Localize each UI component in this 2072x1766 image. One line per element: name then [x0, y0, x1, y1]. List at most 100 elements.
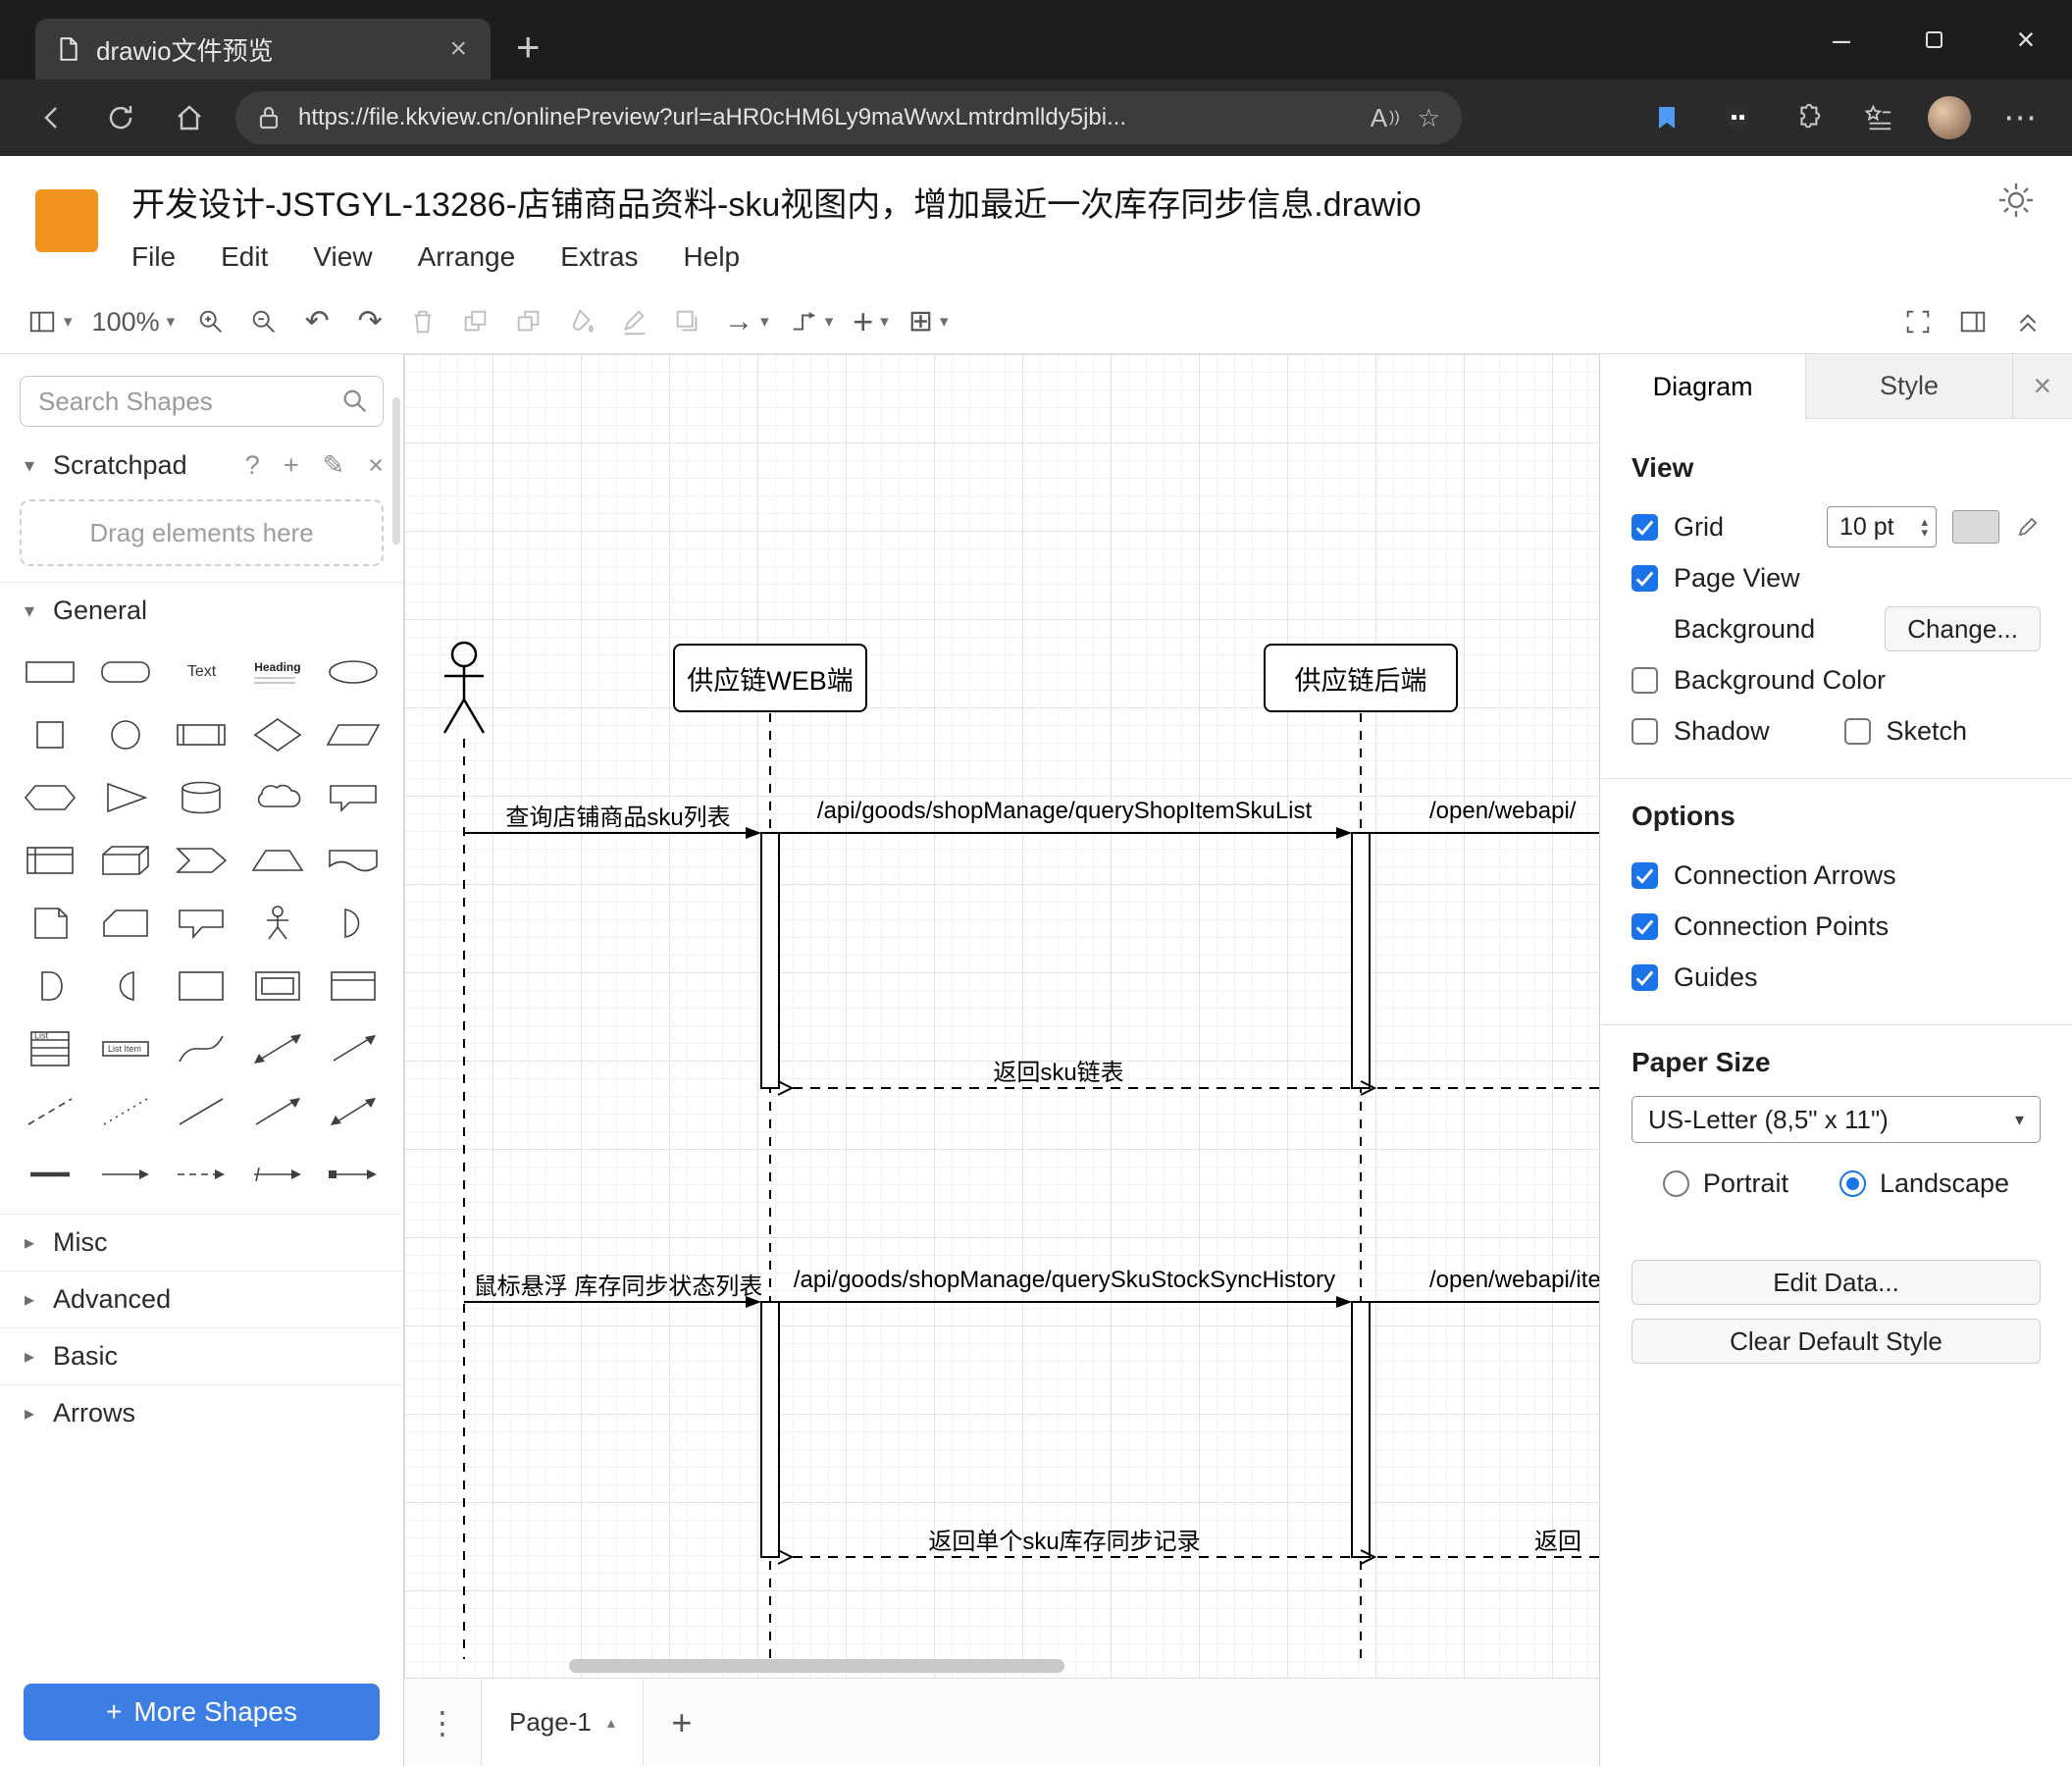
message-label[interactable]: 返回单个sku库存同步记录: [928, 1522, 1200, 1556]
delete-button[interactable]: [398, 296, 447, 347]
shape-trapezoid[interactable]: [239, 829, 315, 892]
browser-tab[interactable]: drawio文件预览 ×: [35, 19, 491, 79]
activation-backend-1[interactable]: [1351, 832, 1371, 1089]
waypoints-dropdown[interactable]: ▾: [781, 296, 842, 347]
page-tab[interactable]: Page-1 ▴: [481, 1679, 644, 1766]
shape-data-storage[interactable]: [87, 955, 163, 1017]
stepper-arrows[interactable]: ▴ ▾: [1921, 515, 1928, 539]
view-mode-button[interactable]: ▾: [20, 296, 80, 347]
undo-button[interactable]: ↶: [292, 296, 341, 347]
shape-rounded-rectangle[interactable]: [87, 641, 163, 703]
shape-and[interactable]: [12, 955, 87, 1017]
browser-essentials-button[interactable]: [1636, 90, 1697, 145]
grid-size-input[interactable]: 10 pt ▴ ▾: [1827, 506, 1937, 547]
message-label[interactable]: 查询店铺商品sku列表: [505, 798, 730, 832]
shape-arrow-right[interactable]: [87, 1143, 163, 1206]
shape-rectangle[interactable]: [12, 641, 87, 703]
scratchpad-add-icon[interactable]: +: [284, 450, 299, 481]
shape-frame[interactable]: [239, 955, 315, 1017]
message-label[interactable]: 鼠标悬浮 库存同步状态列表: [474, 1267, 763, 1301]
actor-figure[interactable]: [442, 641, 486, 734]
scratchpad-edit-icon[interactable]: ✎: [323, 450, 345, 481]
shape-link[interactable]: [239, 1143, 315, 1206]
message-label[interactable]: 返回sku链表: [993, 1053, 1123, 1087]
shape-container[interactable]: [164, 955, 239, 1017]
format-panel-close-icon[interactable]: ×: [2013, 354, 2072, 418]
shape-arrow[interactable]: [316, 1017, 391, 1080]
shape-process[interactable]: [164, 703, 239, 766]
shape-circle[interactable]: [87, 703, 163, 766]
favorites-bar-button[interactable]: [1848, 90, 1909, 145]
shape-tape[interactable]: [316, 829, 391, 892]
shape-note[interactable]: [12, 892, 87, 955]
landscape-radio[interactable]: [1839, 1170, 1866, 1197]
shape-step[interactable]: [164, 829, 239, 892]
activation-web-1[interactable]: [760, 832, 780, 1089]
message-label[interactable]: 返回: [1534, 1522, 1581, 1556]
shape-dotted-line[interactable]: [87, 1080, 163, 1143]
shape-or[interactable]: [316, 892, 391, 955]
change-background-button[interactable]: Change...: [1885, 606, 2041, 651]
horizontal-scrollbar[interactable]: [569, 1659, 1064, 1673]
sidebar-scrollbar[interactable]: [392, 397, 400, 545]
menu-help[interactable]: Help: [684, 241, 741, 273]
tab-close-icon[interactable]: ×: [443, 32, 473, 66]
shape-callout-rect[interactable]: [316, 766, 391, 829]
connection-arrows-checkbox[interactable]: [1632, 861, 1658, 889]
edit-data-button[interactable]: Edit Data...: [1632, 1260, 2041, 1305]
shape-heading[interactable]: Heading: [239, 641, 315, 703]
more-shapes-button[interactable]: + More Shapes: [24, 1684, 380, 1740]
shape-ellipse[interactable]: [316, 641, 391, 703]
menu-edit[interactable]: Edit: [221, 241, 268, 273]
shape-bold-line[interactable]: [12, 1143, 87, 1206]
tab-style[interactable]: Style: [1806, 354, 2013, 418]
to-back-button[interactable]: [504, 296, 553, 347]
scratchpad-header[interactable]: ▾ Scratchpad ? + ✎ ×: [0, 437, 403, 493]
to-front-button[interactable]: [451, 296, 500, 347]
collapse-toolbar-button[interactable]: [2003, 296, 2052, 347]
table-dropdown[interactable]: ⊞ ▾: [901, 296, 957, 347]
favorite-star-icon[interactable]: ☆: [1418, 103, 1440, 133]
guides-checkbox[interactable]: [1632, 963, 1658, 991]
add-page-button[interactable]: +: [644, 1679, 720, 1766]
shape-internal-storage[interactable]: [12, 829, 87, 892]
maximize-button[interactable]: [1888, 0, 1980, 79]
shape-arrow-diagonal[interactable]: [239, 1080, 315, 1143]
shape-list-item[interactable]: List Item: [87, 1017, 163, 1080]
format-panel-toggle[interactable]: [1948, 296, 1997, 347]
scratchpad-help-icon[interactable]: ?: [245, 450, 260, 481]
shape-bidirectional-arrow[interactable]: [239, 1017, 315, 1080]
shape-dashed-arrow-right[interactable]: [164, 1143, 239, 1206]
message-label[interactable]: /api/goods/shopManage/querySkuStockSyncH…: [794, 1267, 1335, 1294]
paper-size-select[interactable]: US-Letter (8,5" x 11") ▾: [1632, 1096, 2041, 1143]
shape-dashed-line[interactable]: [12, 1080, 87, 1143]
fill-color-button[interactable]: [557, 296, 606, 347]
menu-arrange[interactable]: Arrange: [418, 241, 516, 273]
background-color-checkbox[interactable]: [1632, 666, 1658, 694]
grid-color-edit-icon[interactable]: [2015, 514, 2041, 540]
zoom-in-button[interactable]: [186, 296, 235, 347]
portrait-option[interactable]: Portrait: [1662, 1169, 1788, 1199]
redo-button[interactable]: ↷: [345, 296, 394, 347]
shape-line[interactable]: [164, 1080, 239, 1143]
search-shapes-input[interactable]: [20, 376, 384, 427]
menu-view[interactable]: View: [313, 241, 372, 273]
grid-color-swatch[interactable]: [1952, 510, 1999, 544]
scratchpad-close-icon[interactable]: ×: [368, 450, 384, 481]
shape-cloud[interactable]: [239, 766, 315, 829]
section-basic[interactable]: ▸ Basic: [0, 1327, 403, 1384]
shape-parallelogram[interactable]: [316, 703, 391, 766]
message-label[interactable]: /open/webapi/item: [1429, 1267, 1599, 1294]
sketch-checkbox[interactable]: [1843, 717, 1871, 745]
page-view-checkbox[interactable]: [1632, 564, 1658, 592]
address-bar[interactable]: https://file.kkview.cn/onlinePreview?url…: [235, 91, 1462, 144]
connection-points-checkbox[interactable]: [1632, 912, 1658, 940]
pages-menu-button[interactable]: ⋮: [404, 1679, 481, 1766]
section-misc[interactable]: ▸ Misc: [0, 1214, 403, 1271]
participant-box-web[interactable]: 供应链WEB端: [673, 644, 867, 712]
landscape-option[interactable]: Landscape: [1839, 1169, 2009, 1199]
shadow-button[interactable]: [663, 296, 712, 347]
scratchpad-dropzone[interactable]: Drag elements here: [20, 499, 384, 566]
section-general[interactable]: ▾ General: [0, 582, 403, 639]
shape-hexagon[interactable]: [12, 766, 87, 829]
